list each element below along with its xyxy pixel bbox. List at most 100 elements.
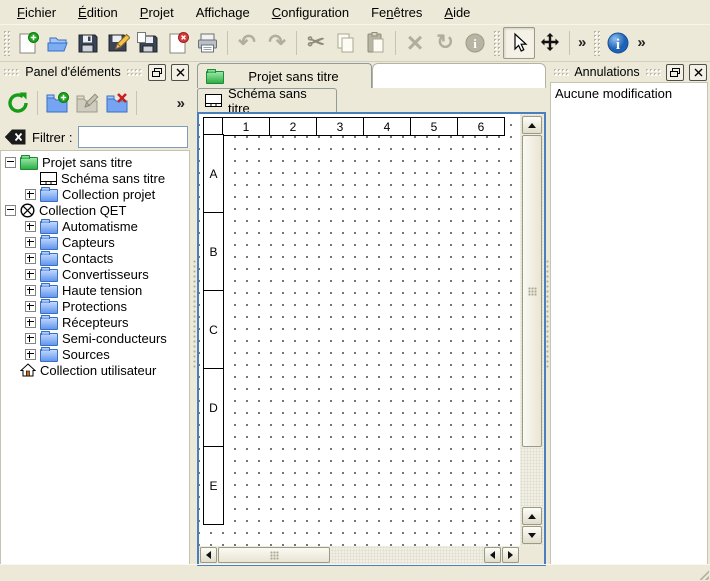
window-resize-grip[interactable] <box>697 568 709 580</box>
diagram-canvas[interactable]: 1 2 3 4 5 6 A B C D E <box>199 114 520 546</box>
main-toolbar: ↶ ↷ ✂ × ↻ i <box>0 24 710 62</box>
tree-item-collection-projet[interactable]: Collection projet <box>21 186 189 202</box>
row-headers: A B C D E <box>203 135 224 525</box>
expand-expander-icon[interactable] <box>25 237 36 248</box>
info-disabled-button[interactable]: i <box>460 28 490 58</box>
undo-panel-titlebar[interactable]: Annulations <box>550 62 710 82</box>
tree-item-convertisseurs[interactable]: Convertisseurs <box>21 266 189 282</box>
menu-configuration[interactable]: Configuration <box>261 2 360 23</box>
float-panel-button[interactable] <box>148 64 166 81</box>
edit-folder-icon <box>74 90 100 116</box>
edit-category-button[interactable] <box>72 88 102 118</box>
tree-item-sources[interactable]: Sources <box>21 346 189 362</box>
redo-button[interactable]: ↷ <box>262 28 292 58</box>
float-panel-button[interactable] <box>666 64 684 81</box>
tree-item-collection-utilisateur[interactable]: Collection utilisateur <box>1 362 189 378</box>
expand-expander-icon[interactable] <box>25 221 36 232</box>
save-as-button[interactable] <box>103 28 133 58</box>
save-button[interactable] <box>73 28 103 58</box>
expand-expander-icon[interactable] <box>25 269 36 280</box>
print-button[interactable] <box>193 28 223 58</box>
arrow-left-icon <box>206 551 211 559</box>
collapse-expander-icon[interactable] <box>5 205 16 216</box>
menu-aide[interactable]: Aide <box>433 2 481 23</box>
tree-item-contacts[interactable]: Contacts <box>21 250 189 266</box>
toolbar-drag-handle[interactable] <box>493 30 500 56</box>
expand-expander-icon[interactable] <box>25 301 36 312</box>
menu-fenetres[interactable]: Fenêtres <box>360 2 433 23</box>
expand-expander-icon[interactable] <box>25 333 36 344</box>
arrow-left-icon <box>490 551 495 559</box>
scroll-up-button[interactable] <box>522 116 542 134</box>
expand-expander-icon[interactable] <box>25 349 36 360</box>
toolbar-separator <box>395 31 396 55</box>
cut-button[interactable]: ✂ <box>301 28 331 58</box>
menu-fichier[interactable]: Fichier <box>6 2 67 23</box>
tree-item-protections[interactable]: Protections <box>21 298 189 314</box>
expand-expander-icon[interactable] <box>25 253 36 264</box>
scroll-down-button[interactable] <box>522 526 542 544</box>
menu-affichage[interactable]: Affichage <box>185 2 261 23</box>
elements-panel-titlebar[interactable]: Panel d'éléments <box>0 62 192 82</box>
undo-history-list[interactable]: Aucune modification <box>550 82 708 565</box>
toolbar-overflow-chevron[interactable]: » <box>574 34 590 51</box>
reload-collections-button[interactable] <box>3 88 33 118</box>
expand-expander-icon[interactable] <box>25 317 36 328</box>
tree-item-capteurs[interactable]: Capteurs <box>21 234 189 250</box>
close-file-button[interactable] <box>163 28 193 58</box>
undo-list-item[interactable]: Aucune modification <box>555 86 703 101</box>
new-document-button[interactable] <box>13 28 43 58</box>
horizontal-scroll-thumb[interactable] <box>218 547 330 563</box>
arrow-down-icon <box>528 533 536 538</box>
undo-button[interactable]: ↶ <box>232 28 262 58</box>
tree-item-project[interactable]: Projet sans titre <box>1 154 189 170</box>
elements-panel-title: Panel d'éléments <box>25 65 121 79</box>
vertical-scrollbar[interactable] <box>520 114 544 546</box>
new-category-button[interactable] <box>42 88 72 118</box>
tree-item-schema[interactable]: Schéma sans titre <box>21 170 189 186</box>
scroll-left-button-2[interactable] <box>484 547 501 563</box>
scroll-up-button-2[interactable] <box>522 507 542 525</box>
expand-expander-icon[interactable] <box>25 189 36 200</box>
about-button[interactable]: i <box>603 28 633 58</box>
scroll-left-button[interactable] <box>200 547 217 563</box>
paste-button[interactable] <box>361 28 391 58</box>
vertical-scroll-thumb[interactable] <box>522 135 542 447</box>
menu-projet[interactable]: Projet <box>129 2 185 23</box>
tree-item-haute-tension[interactable]: Haute tension <box>21 282 189 298</box>
move-tool-button[interactable] <box>535 28 565 58</box>
delete-button[interactable]: × <box>400 28 430 58</box>
scrollbar-corner <box>520 546 544 564</box>
copy-button[interactable] <box>331 28 361 58</box>
panel-overflow-chevron[interactable]: » <box>173 95 189 112</box>
rotate-button[interactable]: ↻ <box>430 28 460 58</box>
clear-filter-button[interactable] <box>4 129 26 145</box>
filter-input[interactable] <box>78 126 188 148</box>
scroll-right-button[interactable] <box>502 547 519 563</box>
close-panel-button[interactable] <box>689 64 707 81</box>
row-header: A <box>203 134 224 213</box>
horizontal-scrollbar[interactable] <box>199 546 520 564</box>
toolbar-drag-handle[interactable] <box>593 30 600 56</box>
collapse-expander-icon[interactable] <box>5 157 16 168</box>
delete-category-button[interactable] <box>102 88 132 118</box>
column-header: 5 <box>410 117 458 136</box>
expand-expander-icon[interactable] <box>25 285 36 296</box>
toolbar-overflow-chevron[interactable]: » <box>633 34 649 51</box>
tab-schema-sans-titre[interactable]: Schéma sans titre <box>197 88 337 112</box>
open-project-button[interactable] <box>43 28 73 58</box>
tree-item-semi-conducteurs[interactable]: Semi-conducteurs <box>21 330 189 346</box>
tree-item-automatisme[interactable]: Automatisme <box>21 218 189 234</box>
menu-edition[interactable]: Édition <box>67 2 129 23</box>
tabbar-empty-area <box>372 63 546 88</box>
elements-tree[interactable]: Projet sans titre Schéma sans titre Coll… <box>0 150 190 565</box>
tree-item-collection-qet[interactable]: Collection QET <box>1 202 189 218</box>
tab-projet-sans-titre[interactable]: Projet sans titre <box>197 63 372 88</box>
project-folder-icon <box>20 157 38 170</box>
folder-icon <box>40 237 58 250</box>
select-tool-button[interactable] <box>503 27 535 59</box>
close-panel-button[interactable] <box>171 64 189 81</box>
tree-item-recepteurs[interactable]: Récepteurs <box>21 314 189 330</box>
toolbar-drag-handle[interactable] <box>3 30 10 56</box>
save-all-button[interactable] <box>133 28 163 58</box>
